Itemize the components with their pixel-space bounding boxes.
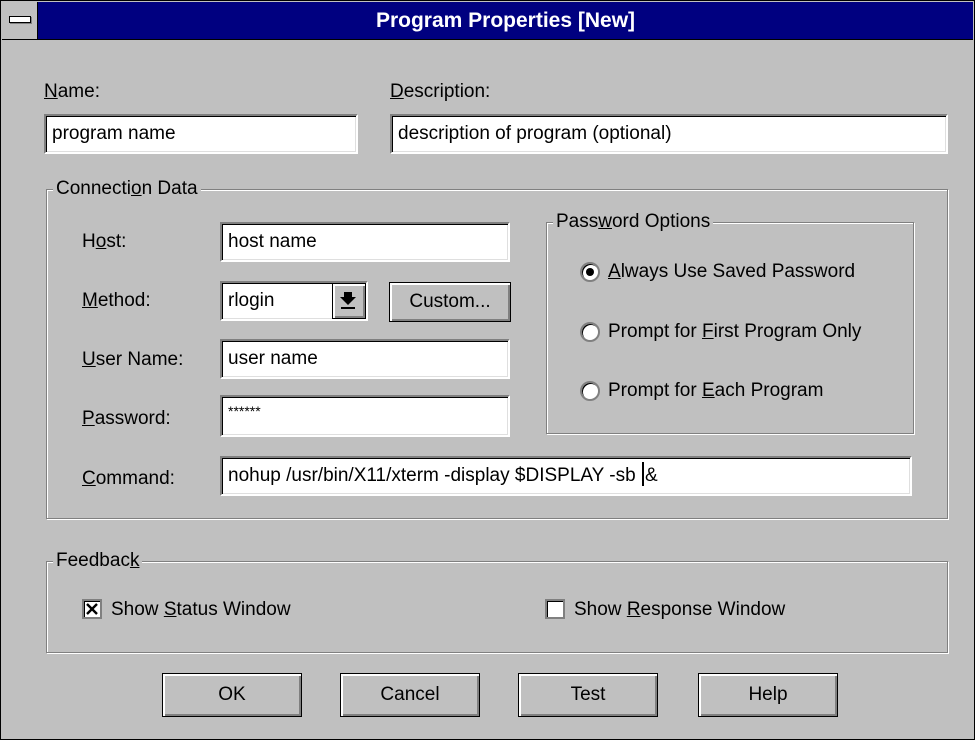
command-label: Command: — [82, 468, 175, 489]
radio-dot-icon — [586, 268, 594, 276]
user-name-input[interactable]: user name — [220, 339, 510, 379]
description-label: Description: — [390, 81, 491, 102]
checkbox-checked[interactable] — [82, 599, 102, 619]
ok-button[interactable]: OK — [162, 673, 302, 717]
check-x-icon — [86, 603, 98, 615]
help-button[interactable]: Help — [698, 673, 838, 717]
radio-label: Prompt for First Program Only — [608, 321, 862, 342]
user-name-label: User Name: — [82, 349, 184, 370]
system-menu-icon — [9, 16, 31, 23]
test-button[interactable]: Test — [518, 673, 658, 717]
host-label: Host: — [82, 231, 127, 252]
text-caret — [641, 462, 644, 486]
password-options-title: Password Options — [553, 211, 714, 233]
checkbox-label: Show Status Window — [111, 599, 291, 620]
title-bar[interactable]: Program Properties [New] — [2, 2, 973, 40]
password-label: Password: — [82, 408, 171, 429]
checkbox-unchecked[interactable] — [545, 599, 565, 619]
radio-label: Prompt for Each Program — [608, 380, 824, 401]
system-menu-button[interactable] — [2, 2, 38, 39]
program-properties-dialog: Program Properties [New] Name: program n… — [0, 0, 975, 740]
host-input[interactable]: host name — [220, 222, 510, 262]
description-input[interactable]: description of program (optional) — [390, 114, 948, 154]
command-input[interactable]: nohup /usr/bin/X11/xterm -display $DISPL… — [220, 456, 912, 496]
connection-data-title: Connection Data — [53, 178, 201, 200]
password-input[interactable]: ****** — [220, 395, 510, 437]
name-input[interactable]: program name — [44, 114, 358, 154]
cancel-button[interactable]: Cancel — [340, 673, 480, 717]
radio-label: Always Use Saved Password — [608, 261, 856, 282]
method-dropdown-button[interactable] — [332, 283, 366, 319]
feedback-title: Feedback — [53, 550, 143, 572]
arrow-down-icon — [340, 292, 356, 309]
name-label: Name: — [44, 81, 100, 102]
radio-button-selected[interactable] — [580, 262, 600, 282]
custom-button[interactable]: Custom... — [389, 282, 511, 322]
radio-button[interactable] — [580, 322, 600, 342]
window-title: Program Properties [New] — [375, 9, 636, 32]
radio-button[interactable] — [580, 381, 600, 401]
checkbox-label: Show Response Window — [574, 599, 786, 620]
method-label: Method: — [82, 290, 151, 311]
